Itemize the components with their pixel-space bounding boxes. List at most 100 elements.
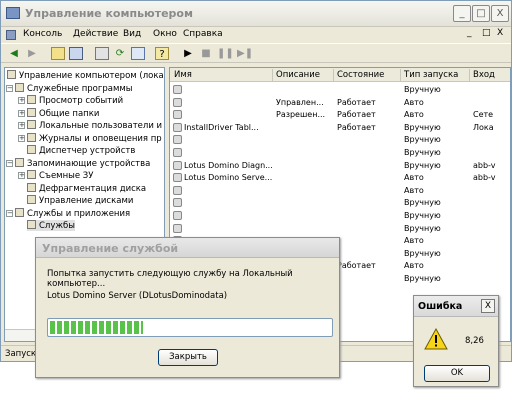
warning-icon — [424, 328, 448, 350]
service-control-message: Попытка запустить следующую службу на Ло… — [47, 269, 293, 289]
tree-item[interactable]: Общие папки — [27, 107, 99, 119]
cell-startup: Авто — [404, 110, 424, 120]
stop-icon[interactable]: ■ — [199, 47, 213, 60]
cell-startup: Вручную — [404, 198, 441, 208]
tree-expander[interactable]: − — [6, 159, 13, 167]
tree-item[interactable]: Служебные программы — [15, 82, 133, 94]
cell-state: Работает — [337, 122, 376, 132]
column-name[interactable]: Имя — [174, 70, 192, 80]
tree-node-icon — [7, 70, 16, 79]
table-row[interactable]: Вручную — [170, 84, 510, 96]
tree-item[interactable]: Просмотр событий — [27, 95, 123, 106]
pause-icon[interactable]: ❚❚ — [217, 47, 234, 60]
tree-item[interactable]: Журналы и оповещения пр — [27, 132, 162, 144]
column-logon[interactable]: Вход — [473, 70, 495, 80]
menu-view[interactable]: Вид — [123, 29, 141, 39]
mdi-minimize-button[interactable]: _ — [467, 28, 472, 38]
tree-item-label: Диспетчер устройств — [39, 146, 136, 156]
tree-item-label: Управление компьютером (локаль — [19, 71, 165, 81]
tree-item-label: Съемные ЗУ — [39, 171, 94, 181]
menu-action[interactable]: Действие — [73, 29, 118, 39]
cell-startup: Авто — [404, 97, 424, 107]
up-icon[interactable] — [51, 47, 65, 60]
column-state[interactable]: Состояние — [337, 70, 384, 80]
tree-expander[interactable]: + — [18, 172, 25, 179]
computer-management-icon — [6, 7, 20, 19]
close-dialog-button[interactable]: Закрыть — [158, 349, 218, 366]
tree-item[interactable]: Локальные пользователи и — [27, 120, 162, 131]
table-row[interactable]: Разрешен... Работает Авто Сете — [170, 109, 510, 121]
table-row[interactable]: Вручную — [170, 210, 510, 222]
maximize-button[interactable]: □ — [472, 5, 490, 22]
table-row[interactable]: Вручную — [170, 147, 510, 159]
mdi-close-button[interactable]: X — [497, 28, 503, 38]
error-ok-button[interactable]: OK — [424, 365, 490, 382]
tree-item[interactable]: Управление компьютером (локаль — [7, 70, 165, 81]
help-icon[interactable]: ? — [155, 47, 169, 60]
tree-expander[interactable]: − — [6, 84, 13, 92]
table-row[interactable]: Lotus Domino Serve... Авто abb-v — [170, 172, 510, 184]
tree-expander[interactable]: + — [18, 109, 25, 117]
service-gear-icon — [173, 85, 182, 94]
service-gear-icon — [173, 173, 182, 183]
window-title: Управление компьютером — [25, 7, 193, 20]
table-row[interactable]: Управлен... Работает Авто — [170, 97, 510, 109]
console-menu-icon[interactable] — [6, 30, 16, 40]
restart-icon[interactable]: ▶❚ — [237, 47, 253, 60]
table-row[interactable]: Вручную — [170, 223, 510, 235]
menu-bar: Консоль Действие Вид Окно Справка _ □ X — [1, 27, 511, 43]
tree-expander[interactable]: + — [18, 97, 25, 104]
service-control-dialog: Управление службой Попытка запустить сле… — [35, 237, 340, 378]
tree-item[interactable]: Управление дисками — [27, 195, 133, 206]
properties-icon[interactable] — [95, 47, 109, 60]
cell-state: Работает — [337, 261, 376, 271]
table-row[interactable]: Вручную — [170, 197, 510, 209]
menu-window[interactable]: Окно — [153, 29, 177, 39]
back-icon[interactable]: ◀ — [7, 47, 21, 60]
mdi-restore-button[interactable]: □ — [482, 28, 491, 38]
service-gear-icon — [173, 160, 182, 170]
column-startup-type[interactable]: Тип запуска — [404, 70, 458, 80]
console-tree-icon[interactable] — [69, 47, 83, 60]
tree-node-icon — [27, 120, 36, 129]
cell-state: Работает — [337, 110, 376, 120]
minimize-button[interactable]: _ — [453, 5, 471, 22]
service-name: Lotus Domino Server (DLotusDominodata) — [47, 291, 228, 301]
error-close-button[interactable]: X — [481, 299, 495, 313]
tree-expander[interactable]: + — [18, 134, 25, 142]
table-row[interactable]: Lotus Domino Diagn... Вручную abb-v — [170, 160, 510, 172]
tree-item[interactable]: Дефрагментация диска — [27, 182, 146, 194]
service-gear-icon — [173, 211, 182, 220]
export-icon[interactable] — [131, 47, 145, 60]
tree-expander[interactable]: + — [18, 122, 25, 129]
menu-help[interactable]: Справка — [183, 29, 223, 39]
column-description[interactable]: Описание — [276, 70, 320, 80]
play-icon[interactable]: ▶ — [181, 47, 195, 60]
refresh-icon[interactable]: ⟳ — [113, 47, 127, 60]
tree-item[interactable]: Запоминающие устройства — [15, 157, 150, 169]
cell-startup: Вручную — [404, 211, 441, 220]
cell-logon: abb-v — [473, 173, 496, 183]
table-row[interactable]: InstallDriver Tabl... Работает Вручную Лока — [170, 122, 510, 134]
service-start-progress-bar — [47, 318, 333, 337]
cell-name: Lotus Domino Diagn... — [184, 160, 273, 170]
table-row[interactable]: Вручную — [170, 134, 510, 146]
cell-startup: Авто — [404, 185, 424, 195]
cell-startup: Вручную — [404, 122, 441, 132]
tree-expander[interactable]: − — [6, 209, 13, 217]
tree-node-icon — [27, 95, 36, 104]
service-control-title: Управление службой — [42, 242, 179, 255]
tree-node-icon — [27, 195, 36, 204]
tree-item[interactable]: Службы — [27, 220, 76, 231]
tree-item[interactable]: Съемные ЗУ — [27, 170, 93, 181]
cell-startup: Авто — [404, 236, 424, 246]
table-row[interactable]: Авто — [170, 185, 510, 197]
service-gear-icon — [173, 223, 182, 233]
tree-item[interactable]: Службы и приложения — [15, 207, 130, 219]
menu-console[interactable]: Консоль — [23, 29, 62, 39]
error-code: 8,26 — [465, 336, 484, 346]
close-button[interactable]: X — [491, 5, 509, 22]
forward-icon[interactable]: ▶ — [25, 47, 39, 60]
tree-item[interactable]: Диспетчер устройств — [27, 145, 135, 156]
cell-startup: Вручную — [404, 223, 441, 233]
